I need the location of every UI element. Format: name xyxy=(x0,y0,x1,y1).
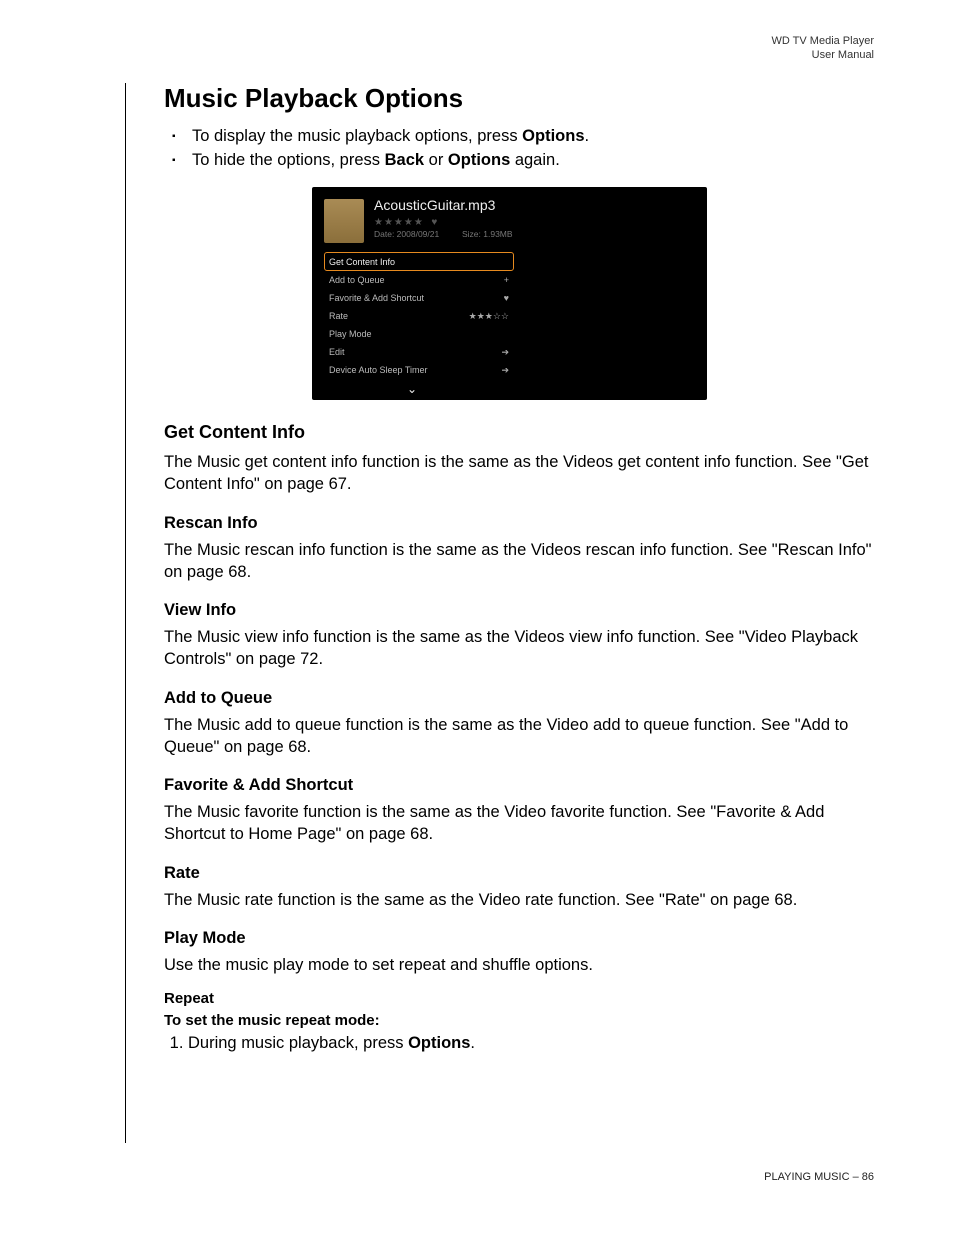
menu-item-favorite[interactable]: Favorite & Add Shortcut ♥ xyxy=(324,289,514,307)
heading-rate: Rate xyxy=(164,864,874,883)
menu-item-edit[interactable]: Edit ➔ xyxy=(324,343,514,361)
menu-item-sleep-timer[interactable]: Device Auto Sleep Timer ➔ xyxy=(324,361,514,379)
heading-play-mode: Play Mode xyxy=(164,929,874,948)
page-title: Music Playback Options xyxy=(164,83,874,114)
bullet-1: To display the music playback options, p… xyxy=(164,124,874,149)
menu-item-get-content-info[interactable]: Get Content Info xyxy=(324,252,514,271)
menu-item-add-to-queue[interactable]: Add to Queue + xyxy=(324,271,514,289)
repeat-step-1: During music playback, press Options. xyxy=(188,1034,874,1053)
options-menu: Get Content Info Add to Queue + Favorite… xyxy=(324,252,514,379)
arrow-right-icon: ➔ xyxy=(501,365,509,376)
page: WD TV Media Player User Manual Music Pla… xyxy=(0,0,954,1235)
heading-view-info: View Info xyxy=(164,601,874,620)
album-art-thumbnail xyxy=(324,199,364,243)
rating-stars: ★★★★★ ♥ xyxy=(374,217,438,228)
heading-get-content-info: Get Content Info xyxy=(164,422,874,443)
repeat-steps: During music playback, press Options. xyxy=(164,1034,874,1053)
header-line-1: WD TV Media Player xyxy=(80,34,874,48)
file-date: Date: 2008/09/21 xyxy=(374,229,439,239)
heading-repeat: Repeat xyxy=(164,990,874,1007)
page-footer: PLAYING MUSIC – 86 xyxy=(764,1171,874,1183)
body-get-content-info: The Music get content info function is t… xyxy=(164,451,874,496)
page-header: WD TV Media Player User Manual xyxy=(80,30,874,63)
intro-bullets: To display the music playback options, p… xyxy=(164,124,874,174)
repeat-subtitle: To set the music repeat mode: xyxy=(164,1011,874,1031)
heart-icon: ♥ xyxy=(504,293,509,303)
footer-page-number: 86 xyxy=(862,1171,874,1183)
file-size: Size: 1.93MB xyxy=(462,229,513,239)
body-favorite: The Music favorite function is the same … xyxy=(164,801,874,846)
body-view-info: The Music view info function is the same… xyxy=(164,626,874,671)
body-rescan-info: The Music rescan info function is the sa… xyxy=(164,539,874,584)
body-play-mode: Use the music play mode to set repeat an… xyxy=(164,954,874,976)
heading-add-to-queue: Add to Queue xyxy=(164,689,874,708)
footer-section: PLAYING MUSIC xyxy=(764,1171,849,1183)
header-line-2: User Manual xyxy=(80,48,874,62)
file-name: AcousticGuitar.mp3 xyxy=(374,197,495,213)
bullet-2: To hide the options, press Back or Optio… xyxy=(164,148,874,173)
plus-icon: + xyxy=(504,275,509,285)
body-rate: The Music rate function is the same as t… xyxy=(164,889,874,911)
body-add-to-queue: The Music add to queue function is the s… xyxy=(164,714,874,759)
heading-favorite: Favorite & Add Shortcut xyxy=(164,776,874,795)
arrow-right-icon: ➔ xyxy=(501,347,509,358)
options-menu-screenshot: AcousticGuitar.mp3 ★★★★★ ♥ Date: 2008/09… xyxy=(312,187,707,400)
heading-rescan-info: Rescan Info xyxy=(164,514,874,533)
chevron-down-icon: ⌄ xyxy=(407,382,417,396)
stars-icon: ★★★☆☆ xyxy=(469,311,509,322)
menu-item-play-mode[interactable]: Play Mode xyxy=(324,325,514,343)
content-column: Music Playback Options To display the mu… xyxy=(125,83,874,1143)
menu-item-rate[interactable]: Rate ★★★☆☆ xyxy=(324,307,514,325)
